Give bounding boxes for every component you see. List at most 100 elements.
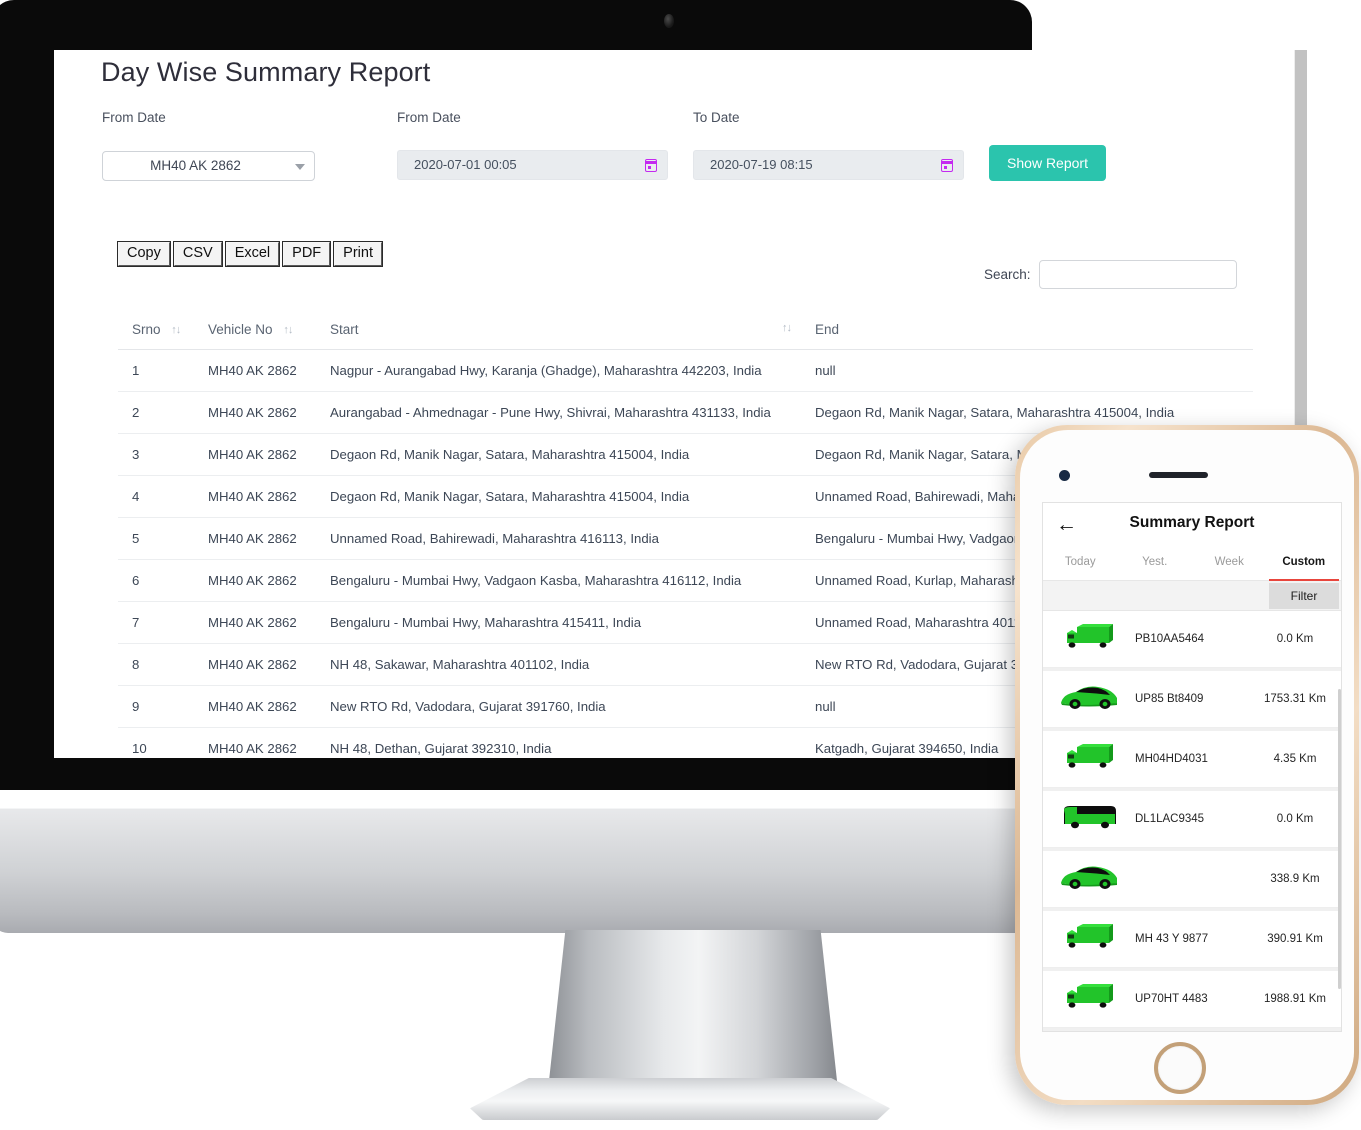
from-date-input[interactable]: 2020-07-01 00:05	[397, 150, 668, 180]
tab-yesterday[interactable]: Yest.	[1118, 547, 1193, 580]
home-button[interactable]	[1154, 1042, 1206, 1094]
car-icon	[1043, 682, 1135, 717]
truck-icon	[1043, 621, 1135, 658]
export-buttons-group: Copy CSV Excel PDF Print	[117, 241, 383, 267]
tab-custom[interactable]: Custom	[1267, 547, 1342, 581]
pdf-button[interactable]: PDF	[282, 241, 332, 267]
cell-start: NH 48, Dethan, Gujarat 392310, India	[316, 727, 801, 758]
monitor-stand-neck	[548, 930, 838, 1090]
excel-button[interactable]: Excel	[224, 241, 281, 267]
cell-srno: 4	[118, 475, 194, 518]
cell-vehicle-no: MH40 AK 2862	[194, 601, 316, 644]
cell-vehicle-no: MH40 AK 2862	[194, 391, 316, 434]
tab-today[interactable]: Today	[1043, 547, 1118, 580]
cell-start: Degaon Rd, Manik Nagar, Satara, Maharash…	[316, 475, 801, 518]
cell-vehicle-no: MH40 AK 2862	[194, 517, 316, 560]
cell-srno: 10	[118, 727, 194, 758]
vehicle-select-label: From Date	[102, 110, 166, 125]
truck-icon	[1043, 921, 1135, 958]
search-label: Search:	[984, 267, 1031, 282]
cell-start: Bengaluru - Mumbai Hwy, Vadgaon Kasba, M…	[316, 559, 801, 602]
csv-button[interactable]: CSV	[172, 241, 223, 267]
screenshot-stage: Day Wise Summary Report From Date From D…	[0, 0, 1361, 1130]
to-date-value: 2020-07-19 08:15	[710, 157, 813, 172]
page-title: Day Wise Summary Report	[101, 57, 431, 87]
column-header-end[interactable]: End	[801, 312, 1253, 350]
monitor-chin	[0, 808, 1032, 933]
vehicle-select[interactable]: MH40 AK 2862	[102, 151, 315, 181]
cell-vehicle-no: MH40 AK 2862	[194, 685, 316, 728]
column-header-srno[interactable]: Srno ↑↓	[118, 312, 194, 350]
tab-week[interactable]: Week	[1192, 547, 1267, 580]
earpiece-speaker-icon	[1149, 472, 1208, 478]
filter-bar: Filter	[1043, 581, 1341, 611]
cell-start: New RTO Rd, Vadodara, Gujarat 391760, In…	[316, 685, 801, 728]
cell-start: Unnamed Road, Bahirewadi, Maharashtra 41…	[316, 517, 801, 560]
car-icon	[1043, 862, 1135, 897]
cell-vehicle-no: MH40 AK 2862	[194, 559, 316, 602]
column-header-start[interactable]: Start ↑↓	[316, 312, 801, 350]
list-item[interactable]: PB10AA5464 0.0 Km	[1043, 611, 1341, 668]
vehicle-plate: UP70HT 4483	[1135, 993, 1208, 1005]
distance-value: 0.0 Km	[1276, 633, 1314, 645]
mobile-app-screen: ← Summary Report Today Yest. Week Custom…	[1042, 502, 1342, 1032]
cell-srno: 2	[118, 391, 194, 434]
column-label: Srno	[132, 322, 161, 337]
to-date-label: To Date	[693, 110, 740, 125]
search-input[interactable]	[1038, 260, 1237, 289]
cell-srno: 1	[118, 349, 194, 392]
truck-icon	[1043, 741, 1135, 778]
from-date-value: 2020-07-01 00:05	[414, 157, 517, 172]
list-item[interactable]: MH 43 Y 9877 390.91 Km	[1043, 911, 1341, 968]
distance-value: 338.9 Km	[1270, 873, 1320, 885]
phone-body: ← Summary Report Today Yest. Week Custom…	[1020, 430, 1354, 1100]
to-date-input[interactable]: 2020-07-19 08:15	[693, 150, 964, 180]
column-label: End	[815, 322, 840, 337]
cell-srno: 3	[118, 433, 194, 476]
webcam-icon	[664, 14, 674, 28]
table-row: 1 MH40 AK 2862 Nagpur - Aurangabad Hwy, Ka…	[118, 349, 1253, 392]
app-tabs: Today Yest. Week Custom	[1043, 547, 1341, 581]
column-label: Vehicle No	[208, 322, 273, 337]
bus-icon	[1043, 802, 1135, 837]
list-scrollbar[interactable]	[1338, 689, 1341, 989]
cell-vehicle-no: MH40 AK 2862	[194, 433, 316, 476]
copy-button[interactable]: Copy	[117, 241, 171, 267]
cell-vehicle-no: MH40 AK 2862	[194, 643, 316, 686]
table-header-row: Srno ↑↓ Vehicle No ↑↓ Start ↑↓ End	[118, 312, 1253, 350]
cell-srno: 8	[118, 643, 194, 686]
vehicle-plate: PB10AA5464	[1135, 633, 1205, 645]
sort-icon[interactable]: ↑↓	[171, 324, 181, 336]
cell-srno: 9	[118, 685, 194, 728]
vehicle-plate: MH 43 Y 9877	[1135, 933, 1209, 945]
column-label: Start	[330, 322, 359, 337]
list-item[interactable]: DL1LAC9345 0.0 Km	[1043, 791, 1341, 848]
vehicle-select-value: MH40 AK 2862	[150, 158, 241, 173]
sort-icon[interactable]: ↑↓	[283, 324, 293, 336]
truck-icon	[1043, 981, 1135, 1018]
sort-icon[interactable]: ↑↓	[782, 322, 792, 334]
cell-srno: 6	[118, 559, 194, 602]
list-item[interactable]: MH04HD4031 4.35 Km	[1043, 731, 1341, 788]
cell-srno: 7	[118, 601, 194, 644]
cell-start: Degaon Rd, Manik Nagar, Satara, Maharash…	[316, 433, 801, 476]
list-item[interactable]: UP85 Bt8409 1753.31 Km	[1043, 671, 1341, 728]
show-report-button[interactable]: Show Report	[989, 145, 1106, 181]
calendar-icon[interactable]	[645, 159, 657, 172]
list-item[interactable]: 338.9 Km	[1043, 851, 1341, 908]
cell-start: Bengaluru - Mumbai Hwy, Maharashtra 4154…	[316, 601, 801, 644]
cell-start: Nagpur - Aurangabad Hwy, Karanja (Ghadge…	[316, 349, 801, 392]
vehicle-plate: MH04HD4031	[1135, 753, 1208, 765]
list-item[interactable]: UP70HT 4483 1988.91 Km	[1043, 971, 1341, 1028]
distance-value: 390.91 Km	[1267, 933, 1323, 945]
front-camera-icon	[1059, 470, 1070, 481]
column-header-vehicle-no[interactable]: Vehicle No ↑↓	[194, 312, 316, 350]
filter-button[interactable]: Filter	[1269, 583, 1339, 609]
print-button[interactable]: Print	[333, 241, 383, 267]
distance-value: 1753.31 Km	[1263, 693, 1326, 705]
vehicle-list[interactable]: PB10AA5464 0.0 Km UP85 Bt8409 1753.31 Km MH0…	[1043, 611, 1341, 1031]
cell-vehicle-no: MH40 AK 2862	[194, 475, 316, 518]
monitor-stand-foot	[470, 1078, 890, 1120]
phone-device: ← Summary Report Today Yest. Week Custom…	[1015, 425, 1359, 1105]
calendar-icon[interactable]	[941, 159, 953, 172]
